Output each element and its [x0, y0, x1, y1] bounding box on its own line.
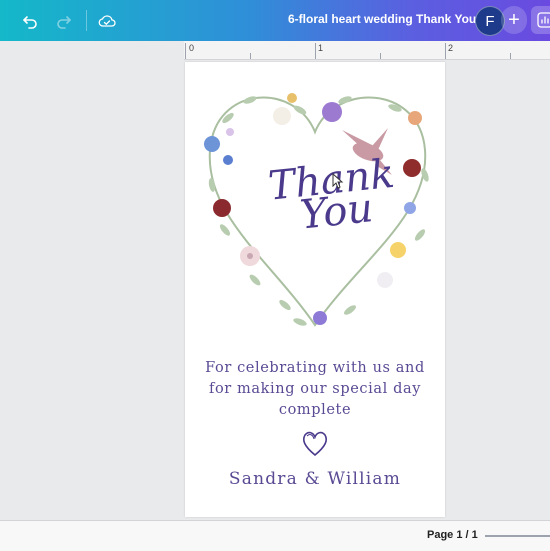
heart-icon[interactable] [300, 428, 330, 458]
message-line: For celebrating with us and [205, 360, 425, 376]
editor-footer: Page 1 / 1 [0, 520, 550, 551]
zoom-slider[interactable] [485, 535, 550, 537]
message-line: complete [278, 402, 352, 418]
cursor-icon [332, 173, 344, 189]
page-indicator[interactable]: Page 1 / 1 [427, 529, 478, 541]
thank-you-message[interactable]: For celebrating with us and for making o… [195, 358, 435, 421]
couple-names[interactable]: Sandra & William [195, 469, 435, 489]
floral-heart-wreath [204, 93, 429, 327]
thank-you-heading[interactable]: Thank You [266, 151, 396, 239]
message-line: for making our special day [209, 381, 421, 397]
